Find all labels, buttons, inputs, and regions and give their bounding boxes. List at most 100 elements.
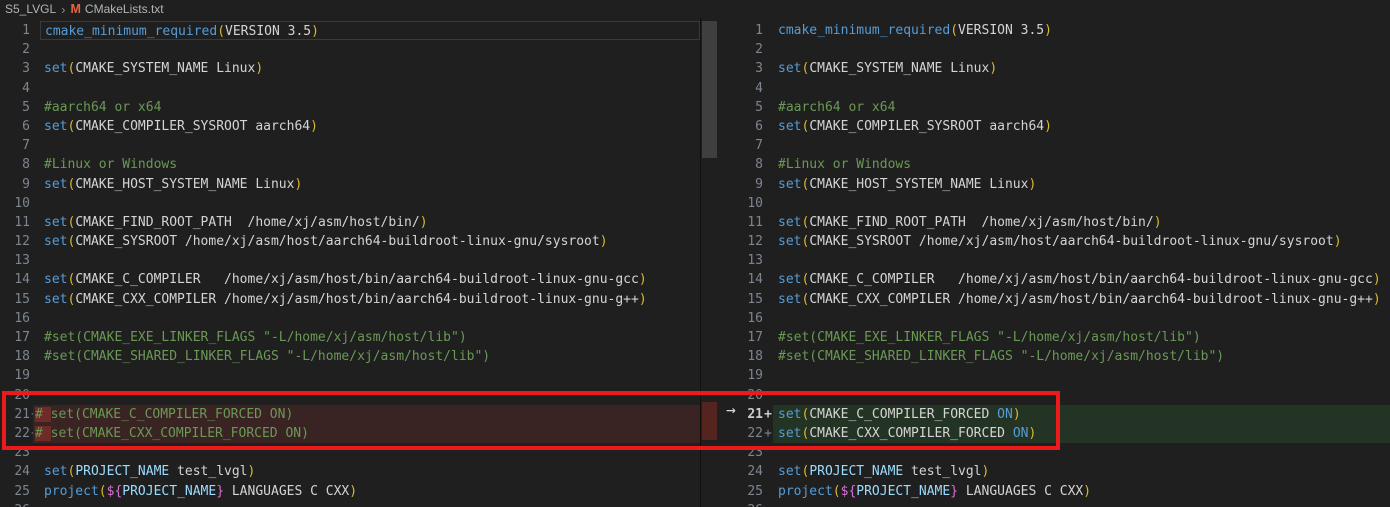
code-line[interactable]: 6set(CMAKE_COMPILER_SYSROOT aarch64) <box>0 117 700 136</box>
code-line[interactable]: 13 <box>745 251 1390 270</box>
code-token: set <box>44 234 67 249</box>
line-gutter: 10 <box>0 194 40 213</box>
code-line[interactable]: 15set(CMAKE_CXX_COMPILER /home/xj/asm/ho… <box>745 290 1390 309</box>
line-number: 16 <box>745 309 763 328</box>
line-gutter: 11 <box>0 213 40 232</box>
code-text <box>40 386 700 405</box>
line-number: 18 <box>745 347 763 366</box>
code-line[interactable]: 8#Linux or Windows <box>0 155 700 174</box>
code-token: CMAKE_C_COMPILER /home/xj/asm/host/bin/a… <box>809 272 1373 287</box>
code-line[interactable]: 7 <box>745 136 1390 155</box>
code-token: ) <box>1334 234 1342 249</box>
code-line[interactable]: 23 <box>0 443 700 462</box>
code-line[interactable]: 22+set(CMAKE_CXX_COMPILER_FORCED ON) <box>745 424 1390 443</box>
breadcrumb-item-folder[interactable]: S5_LVGL <box>5 2 56 16</box>
code-line[interactable]: 12set(CMAKE_SYSROOT /home/xj/asm/host/aa… <box>0 232 700 251</box>
code-text: set(CMAKE_SYSTEM_NAME Linux) <box>40 59 700 78</box>
code-text <box>773 40 1390 59</box>
code-line[interactable]: 7 <box>0 136 700 155</box>
code-line[interactable]: 2 <box>0 40 700 59</box>
code-line[interactable]: 19 <box>745 366 1390 385</box>
diff-sign <box>30 194 40 213</box>
code-token: ) <box>349 484 357 499</box>
code-line[interactable]: 25project(${PROJECT_NAME} LANGUAGES C CX… <box>0 482 700 501</box>
code-line[interactable]: 10 <box>745 194 1390 213</box>
code-token: ) <box>600 234 608 249</box>
code-line[interactable]: 20 <box>745 386 1390 405</box>
code-line[interactable]: 16 <box>0 309 700 328</box>
line-gutter: 17 <box>745 328 773 347</box>
code-text: set(CMAKE_SYSTEM_NAME Linux) <box>773 59 1390 78</box>
scrollbar-thumb[interactable] <box>702 21 717 158</box>
code-text <box>40 136 700 155</box>
code-line[interactable]: 26 <box>745 501 1390 507</box>
code-token: PROJECT_NAME <box>75 464 169 479</box>
line-number: 23 <box>745 443 763 462</box>
code-line[interactable]: 18#set(CMAKE_SHARED_LINKER_FLAGS "-L/hom… <box>745 347 1390 366</box>
breadcrumb-item-file[interactable]: CMakeLists.txt <box>85 2 164 16</box>
code-text: #set(CMAKE_SHARED_LINKER_FLAGS "-L/home/… <box>40 347 700 366</box>
line-number: 13 <box>0 251 30 270</box>
code-token: set <box>778 177 801 192</box>
code-line[interactable]: 3set(CMAKE_SYSTEM_NAME Linux) <box>0 59 700 78</box>
code-line[interactable]: 13 <box>0 251 700 270</box>
code-line[interactable]: 10 <box>0 194 700 213</box>
code-line[interactable]: 21−# set(CMAKE_C_COMPILER_FORCED ON) <box>0 405 700 424</box>
code-line[interactable]: 4 <box>745 79 1390 98</box>
code-text: set(CMAKE_C_COMPILER /home/xj/asm/host/b… <box>40 270 700 289</box>
line-number: 22 <box>745 424 763 443</box>
line-gutter: 18 <box>0 347 40 366</box>
code-line[interactable]: 21+set(CMAKE_C_COMPILER_FORCED ON) <box>745 405 1390 424</box>
code-line[interactable]: 18#set(CMAKE_SHARED_LINKER_FLAGS "-L/hom… <box>0 347 700 366</box>
code-line[interactable]: 11set(CMAKE_FIND_ROOT_PATH /home/xj/asm/… <box>0 213 700 232</box>
code-line[interactable]: 20 <box>0 386 700 405</box>
code-line[interactable]: 14set(CMAKE_C_COMPILER /home/xj/asm/host… <box>745 270 1390 289</box>
code-line[interactable]: 2 <box>745 40 1390 59</box>
code-line[interactable]: 11set(CMAKE_FIND_ROOT_PATH /home/xj/asm/… <box>745 213 1390 232</box>
code-line[interactable]: 16 <box>745 309 1390 328</box>
line-gutter: 19 <box>0 366 40 385</box>
code-token: } <box>216 484 224 499</box>
code-line[interactable]: 1cmake_minimum_required(VERSION 3.5) <box>745 21 1390 40</box>
diff-sign <box>763 443 773 462</box>
code-line[interactable]: 25project(${PROJECT_NAME} LANGUAGES C CX… <box>745 482 1390 501</box>
code-line[interactable]: 17#set(CMAKE_EXE_LINKER_FLAGS "-L/home/x… <box>745 328 1390 347</box>
code-line[interactable]: 1cmake_minimum_required(VERSION 3.5) <box>0 21 700 40</box>
code-line[interactable]: 17#set(CMAKE_EXE_LINKER_FLAGS "-L/home/x… <box>0 328 700 347</box>
code-line[interactable]: 19 <box>0 366 700 385</box>
code-token: set <box>778 215 801 230</box>
diff-sign <box>763 59 773 78</box>
code-line[interactable]: 4 <box>0 79 700 98</box>
diff-sign <box>763 40 773 59</box>
code-line[interactable]: 22−# set(CMAKE_CXX_COMPILER_FORCED ON) <box>0 424 700 443</box>
line-number: 13 <box>745 251 763 270</box>
code-line[interactable]: 26 <box>0 501 700 507</box>
right-arrow-icon[interactable]: → <box>719 400 743 420</box>
code-line[interactable]: 5#aarch64 or x64 <box>0 98 700 117</box>
line-gutter: 10 <box>745 194 773 213</box>
code-line[interactable]: 8#Linux or Windows <box>745 155 1390 174</box>
code-line[interactable]: 15set(CMAKE_CXX_COMPILER /home/xj/asm/ho… <box>0 290 700 309</box>
line-number: 2 <box>745 40 763 59</box>
code-line[interactable]: 3set(CMAKE_SYSTEM_NAME Linux) <box>745 59 1390 78</box>
code-line[interactable]: 9set(CMAKE_HOST_SYSTEM_NAME Linux) <box>745 175 1390 194</box>
breadcrumb: S5_LVGL › M CMakeLists.txt <box>0 0 1390 18</box>
diff-sign <box>763 501 773 507</box>
code-line[interactable]: 23 <box>745 443 1390 462</box>
code-token: ON <box>997 407 1013 422</box>
code-line[interactable]: 12set(CMAKE_SYSROOT /home/xj/asm/host/aa… <box>745 232 1390 251</box>
code-line[interactable]: 5#aarch64 or x64 <box>745 98 1390 117</box>
code-token: # <box>35 426 51 441</box>
code-line[interactable]: 24set(PROJECT_NAME test_lvgl) <box>0 462 700 481</box>
code-line[interactable]: 14set(CMAKE_C_COMPILER /home/xj/asm/host… <box>0 270 700 289</box>
line-number: 14 <box>745 270 763 289</box>
diff-sign <box>763 21 773 40</box>
line-number: 4 <box>0 79 30 98</box>
diff-sign <box>763 270 773 289</box>
diff-sign <box>763 117 773 136</box>
code-line[interactable]: 24set(PROJECT_NAME test_lvgl) <box>745 462 1390 481</box>
line-gutter: 12 <box>0 232 40 251</box>
code-token: CMAKE_CXX_COMPILER_FORCED <box>809 426 1013 441</box>
code-line[interactable]: 6set(CMAKE_COMPILER_SYSROOT aarch64) <box>745 117 1390 136</box>
code-line[interactable]: 9set(CMAKE_HOST_SYSTEM_NAME Linux) <box>0 175 700 194</box>
